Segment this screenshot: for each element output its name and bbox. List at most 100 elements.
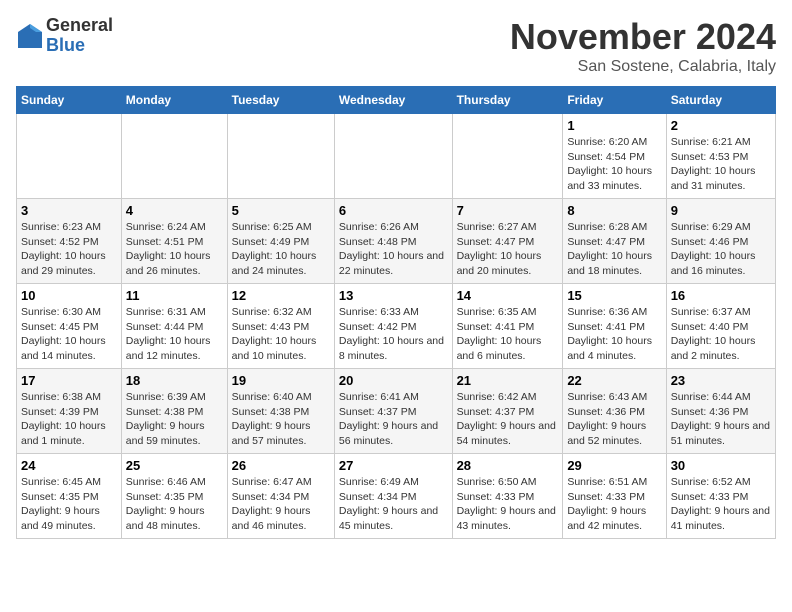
calendar-cell: 7 Sunrise: 6:27 AM Sunset: 4:47 PM Daylig… [452,199,563,284]
calendar-table: SundayMondayTuesdayWednesdayThursdayFrid… [16,86,776,539]
logo-blue-text: Blue [46,36,113,56]
calendar-row: 3 Sunrise: 6:23 AM Sunset: 4:52 PM Daylig… [17,199,776,284]
logo-general-text: General [46,16,113,36]
location-title: San Sostene, Calabria, Italy [510,58,776,76]
calendar-cell: 8 Sunrise: 6:28 AM Sunset: 4:47 PM Daylig… [563,199,666,284]
calendar-cell: 26 Sunrise: 6:47 AM Sunset: 4:34 PM Dayli… [227,454,334,539]
calendar-cell: 12 Sunrise: 6:32 AM Sunset: 4:43 PM Dayli… [227,284,334,369]
calendar-cell: 4 Sunrise: 6:24 AM Sunset: 4:51 PM Daylig… [121,199,227,284]
day-number: 17 [21,373,117,388]
header-row: SundayMondayTuesdayWednesdayThursdayFrid… [17,87,776,114]
day-info: Sunrise: 6:32 AM Sunset: 4:43 PM Dayligh… [232,305,330,364]
calendar-cell: 9 Sunrise: 6:29 AM Sunset: 4:46 PM Daylig… [666,199,775,284]
day-number: 9 [671,203,771,218]
day-number: 7 [457,203,559,218]
day-info: Sunrise: 6:24 AM Sunset: 4:51 PM Dayligh… [126,220,223,279]
day-info: Sunrise: 6:27 AM Sunset: 4:47 PM Dayligh… [457,220,559,279]
day-info: Sunrise: 6:30 AM Sunset: 4:45 PM Dayligh… [21,305,117,364]
day-number: 13 [339,288,448,303]
day-info: Sunrise: 6:39 AM Sunset: 4:38 PM Dayligh… [126,390,223,449]
day-number: 3 [21,203,117,218]
day-number: 4 [126,203,223,218]
day-number: 10 [21,288,117,303]
logo: General Blue [16,16,113,56]
day-number: 24 [21,458,117,473]
calendar-cell: 17 Sunrise: 6:38 AM Sunset: 4:39 PM Dayli… [17,369,122,454]
day-number: 5 [232,203,330,218]
title-area: November 2024 San Sostene, Calabria, Ita… [510,16,776,76]
day-number: 2 [671,118,771,133]
day-info: Sunrise: 6:51 AM Sunset: 4:33 PM Dayligh… [567,475,661,534]
col-header-thursday: Thursday [452,87,563,114]
day-number: 26 [232,458,330,473]
day-number: 16 [671,288,771,303]
calendar-cell: 20Sunrise: 6:41 AM Sunset: 4:37 PM Dayli… [334,369,452,454]
calendar-cell: 14Sunrise: 6:35 AM Sunset: 4:41 PM Dayli… [452,284,563,369]
day-number: 6 [339,203,448,218]
day-info: Sunrise: 6:45 AM Sunset: 4:35 PM Dayligh… [21,475,117,534]
day-number: 22 [567,373,661,388]
calendar-cell: 22 Sunrise: 6:43 AM Sunset: 4:36 PM Dayli… [563,369,666,454]
calendar-cell: 23 Sunrise: 6:44 AM Sunset: 4:36 PM Dayli… [666,369,775,454]
logo-icon [16,22,44,50]
day-number: 25 [126,458,223,473]
calendar-cell: 25 Sunrise: 6:46 AM Sunset: 4:35 PM Dayli… [121,454,227,539]
day-info: Sunrise: 6:38 AM Sunset: 4:39 PM Dayligh… [21,390,117,449]
day-info: Sunrise: 6:21 AM Sunset: 4:53 PM Dayligh… [671,135,771,194]
col-header-wednesday: Wednesday [334,87,452,114]
calendar-cell [121,114,227,199]
day-number: 30 [671,458,771,473]
calendar-cell: 1Sunrise: 6:20 AM Sunset: 4:54 PM Daylig… [563,114,666,199]
calendar-cell: 19 Sunrise: 6:40 AM Sunset: 4:38 PM Dayli… [227,369,334,454]
calendar-cell: 11Sunrise: 6:31 AM Sunset: 4:44 PM Dayli… [121,284,227,369]
day-number: 15 [567,288,661,303]
day-info: Sunrise: 6:44 AM Sunset: 4:36 PM Dayligh… [671,390,771,449]
day-info: Sunrise: 6:43 AM Sunset: 4:36 PM Dayligh… [567,390,661,449]
day-info: Sunrise: 6:50 AM Sunset: 4:33 PM Dayligh… [457,475,559,534]
calendar-row: 10 Sunrise: 6:30 AM Sunset: 4:45 PM Dayli… [17,284,776,369]
calendar-row: 24 Sunrise: 6:45 AM Sunset: 4:35 PM Dayli… [17,454,776,539]
day-number: 27 [339,458,448,473]
col-header-sunday: Sunday [17,87,122,114]
day-number: 21 [457,373,559,388]
day-info: Sunrise: 6:47 AM Sunset: 4:34 PM Dayligh… [232,475,330,534]
calendar-cell [452,114,563,199]
day-number: 19 [232,373,330,388]
calendar-cell: 18 Sunrise: 6:39 AM Sunset: 4:38 PM Dayli… [121,369,227,454]
col-header-tuesday: Tuesday [227,87,334,114]
calendar-cell: 3 Sunrise: 6:23 AM Sunset: 4:52 PM Daylig… [17,199,122,284]
day-number: 23 [671,373,771,388]
day-number: 20 [339,373,448,388]
day-info: Sunrise: 6:40 AM Sunset: 4:38 PM Dayligh… [232,390,330,449]
calendar-cell: 15Sunrise: 6:36 AM Sunset: 4:41 PM Dayli… [563,284,666,369]
calendar-cell: 29 Sunrise: 6:51 AM Sunset: 4:33 PM Dayli… [563,454,666,539]
day-info: Sunrise: 6:31 AM Sunset: 4:44 PM Dayligh… [126,305,223,364]
calendar-cell: 13 Sunrise: 6:33 AM Sunset: 4:42 PM Dayli… [334,284,452,369]
day-info: Sunrise: 6:28 AM Sunset: 4:47 PM Dayligh… [567,220,661,279]
day-number: 1 [567,118,661,133]
col-header-friday: Friday [563,87,666,114]
day-info: Sunrise: 6:29 AM Sunset: 4:46 PM Dayligh… [671,220,771,279]
calendar-cell: 6Sunrise: 6:26 AM Sunset: 4:48 PM Daylig… [334,199,452,284]
month-title: November 2024 [510,16,776,58]
day-number: 29 [567,458,661,473]
day-number: 18 [126,373,223,388]
header: General Blue November 2024 San Sostene, … [16,16,776,76]
calendar-cell: 16Sunrise: 6:37 AM Sunset: 4:40 PM Dayli… [666,284,775,369]
calendar-cell [227,114,334,199]
calendar-cell: 21Sunrise: 6:42 AM Sunset: 4:37 PM Dayli… [452,369,563,454]
day-info: Sunrise: 6:25 AM Sunset: 4:49 PM Dayligh… [232,220,330,279]
calendar-cell: 30Sunrise: 6:52 AM Sunset: 4:33 PM Dayli… [666,454,775,539]
day-number: 8 [567,203,661,218]
day-info: Sunrise: 6:35 AM Sunset: 4:41 PM Dayligh… [457,305,559,364]
calendar-cell: 27Sunrise: 6:49 AM Sunset: 4:34 PM Dayli… [334,454,452,539]
day-info: Sunrise: 6:23 AM Sunset: 4:52 PM Dayligh… [21,220,117,279]
calendar-cell: 2 Sunrise: 6:21 AM Sunset: 4:53 PM Daylig… [666,114,775,199]
calendar-row: 1Sunrise: 6:20 AM Sunset: 4:54 PM Daylig… [17,114,776,199]
calendar-cell [334,114,452,199]
day-info: Sunrise: 6:46 AM Sunset: 4:35 PM Dayligh… [126,475,223,534]
calendar-row: 17 Sunrise: 6:38 AM Sunset: 4:39 PM Dayli… [17,369,776,454]
day-number: 12 [232,288,330,303]
col-header-monday: Monday [121,87,227,114]
day-info: Sunrise: 6:33 AM Sunset: 4:42 PM Dayligh… [339,305,448,364]
